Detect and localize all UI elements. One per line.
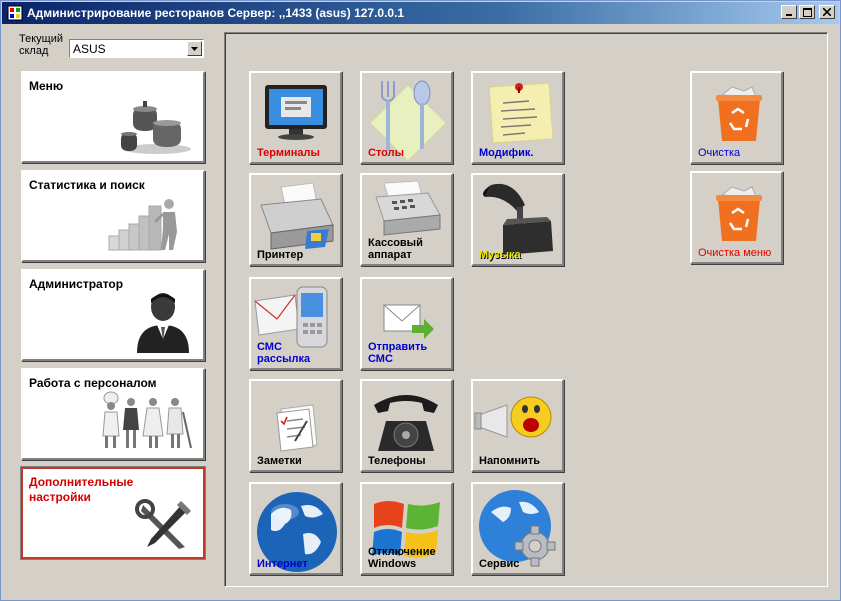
cleanup-label: Очистка [698,147,741,159]
nav-statistics-label: Статистика и поиск [29,178,145,192]
shutdown-windows-button[interactable]: Отключение Windows [360,482,453,575]
sms-mailing-label: СМС рассылка [257,341,311,365]
cleanup-menu-label: Очистка меню [698,247,772,259]
notes-button[interactable]: Заметки [249,379,342,472]
cash-register-button[interactable]: Кассовый аппарат [360,173,453,266]
remind-button[interactable]: Напомнить [471,379,564,472]
tables-button[interactable]: Столы [360,71,453,164]
nav-admin-label: Администратор [29,277,124,291]
nav-menu-label: Меню [29,79,64,93]
close-button[interactable] [819,5,835,19]
send-sms-button[interactable]: Отправить СМС [360,277,453,370]
printer-label: Принтер [257,249,304,261]
warehouse-select[interactable]: ASUS [69,39,204,58]
maximize-icon [802,7,812,17]
service-label: Сервис [479,558,520,570]
cleanup-menu-button[interactable]: Очистка меню [690,171,783,264]
statistics-icon [108,199,177,251]
nav-statistics-button[interactable]: Статистика и поиск [21,170,205,262]
minimize-icon [786,14,792,16]
phones-button[interactable]: Телефоны [360,379,453,472]
warehouse-label: Текущий склад [19,33,63,57]
staff-icon [102,391,192,449]
service-button[interactable]: Сервис [471,482,564,575]
admin-icon [137,293,189,353]
remind-label: Напомнить [479,455,540,467]
internet-label: Интернет [257,558,308,570]
tools-icon [135,499,191,549]
warehouse-value: ASUS [73,42,106,56]
close-icon [823,8,831,16]
printer-button[interactable]: Принтер [249,173,342,266]
music-label: Музыка [479,249,521,261]
music-button[interactable]: Музыка [471,173,564,266]
internet-button[interactable]: Интернет [249,482,342,575]
send-sms-label: Отправить СМС [368,341,428,365]
terminals-label: Терминалы [257,147,320,159]
cleanup-button[interactable]: Очистка [690,71,783,164]
tables-label: Столы [368,147,405,159]
app-icon [7,5,23,21]
shutdown-windows-label: Отключение Windows [368,546,436,570]
nav-extra-settings-button[interactable]: Дополнительные настройки [21,467,205,559]
nav-staff-button[interactable]: Работа с персоналом [21,368,205,460]
title-bar[interactable]: Администрирование ресторанов Сервер: ,,1… [2,2,839,24]
modifiers-button[interactable]: Модифик. [471,71,564,164]
chevron-down-icon [191,46,198,51]
main-window: Администрирование ресторанов Сервер: ,,1… [0,0,841,601]
pots-icon [121,101,191,154]
cash-register-label: Кассовый аппарат [368,237,423,261]
modifiers-label: Модифик. [479,147,534,159]
notes-label: Заметки [257,455,302,467]
phones-label: Телефоны [368,455,426,467]
nav-admin-button[interactable]: Администратор [21,269,205,361]
dropdown-arrow-button[interactable] [187,41,202,56]
minimize-button[interactable] [781,5,797,19]
nav-menu-button[interactable]: Меню [21,71,205,163]
window-title: Администрирование ресторанов Сервер: ,,1… [27,6,405,20]
maximize-button[interactable] [799,5,815,19]
sms-mailing-button[interactable]: СМС рассылка [249,277,342,370]
terminals-button[interactable]: Терминалы [249,71,342,164]
